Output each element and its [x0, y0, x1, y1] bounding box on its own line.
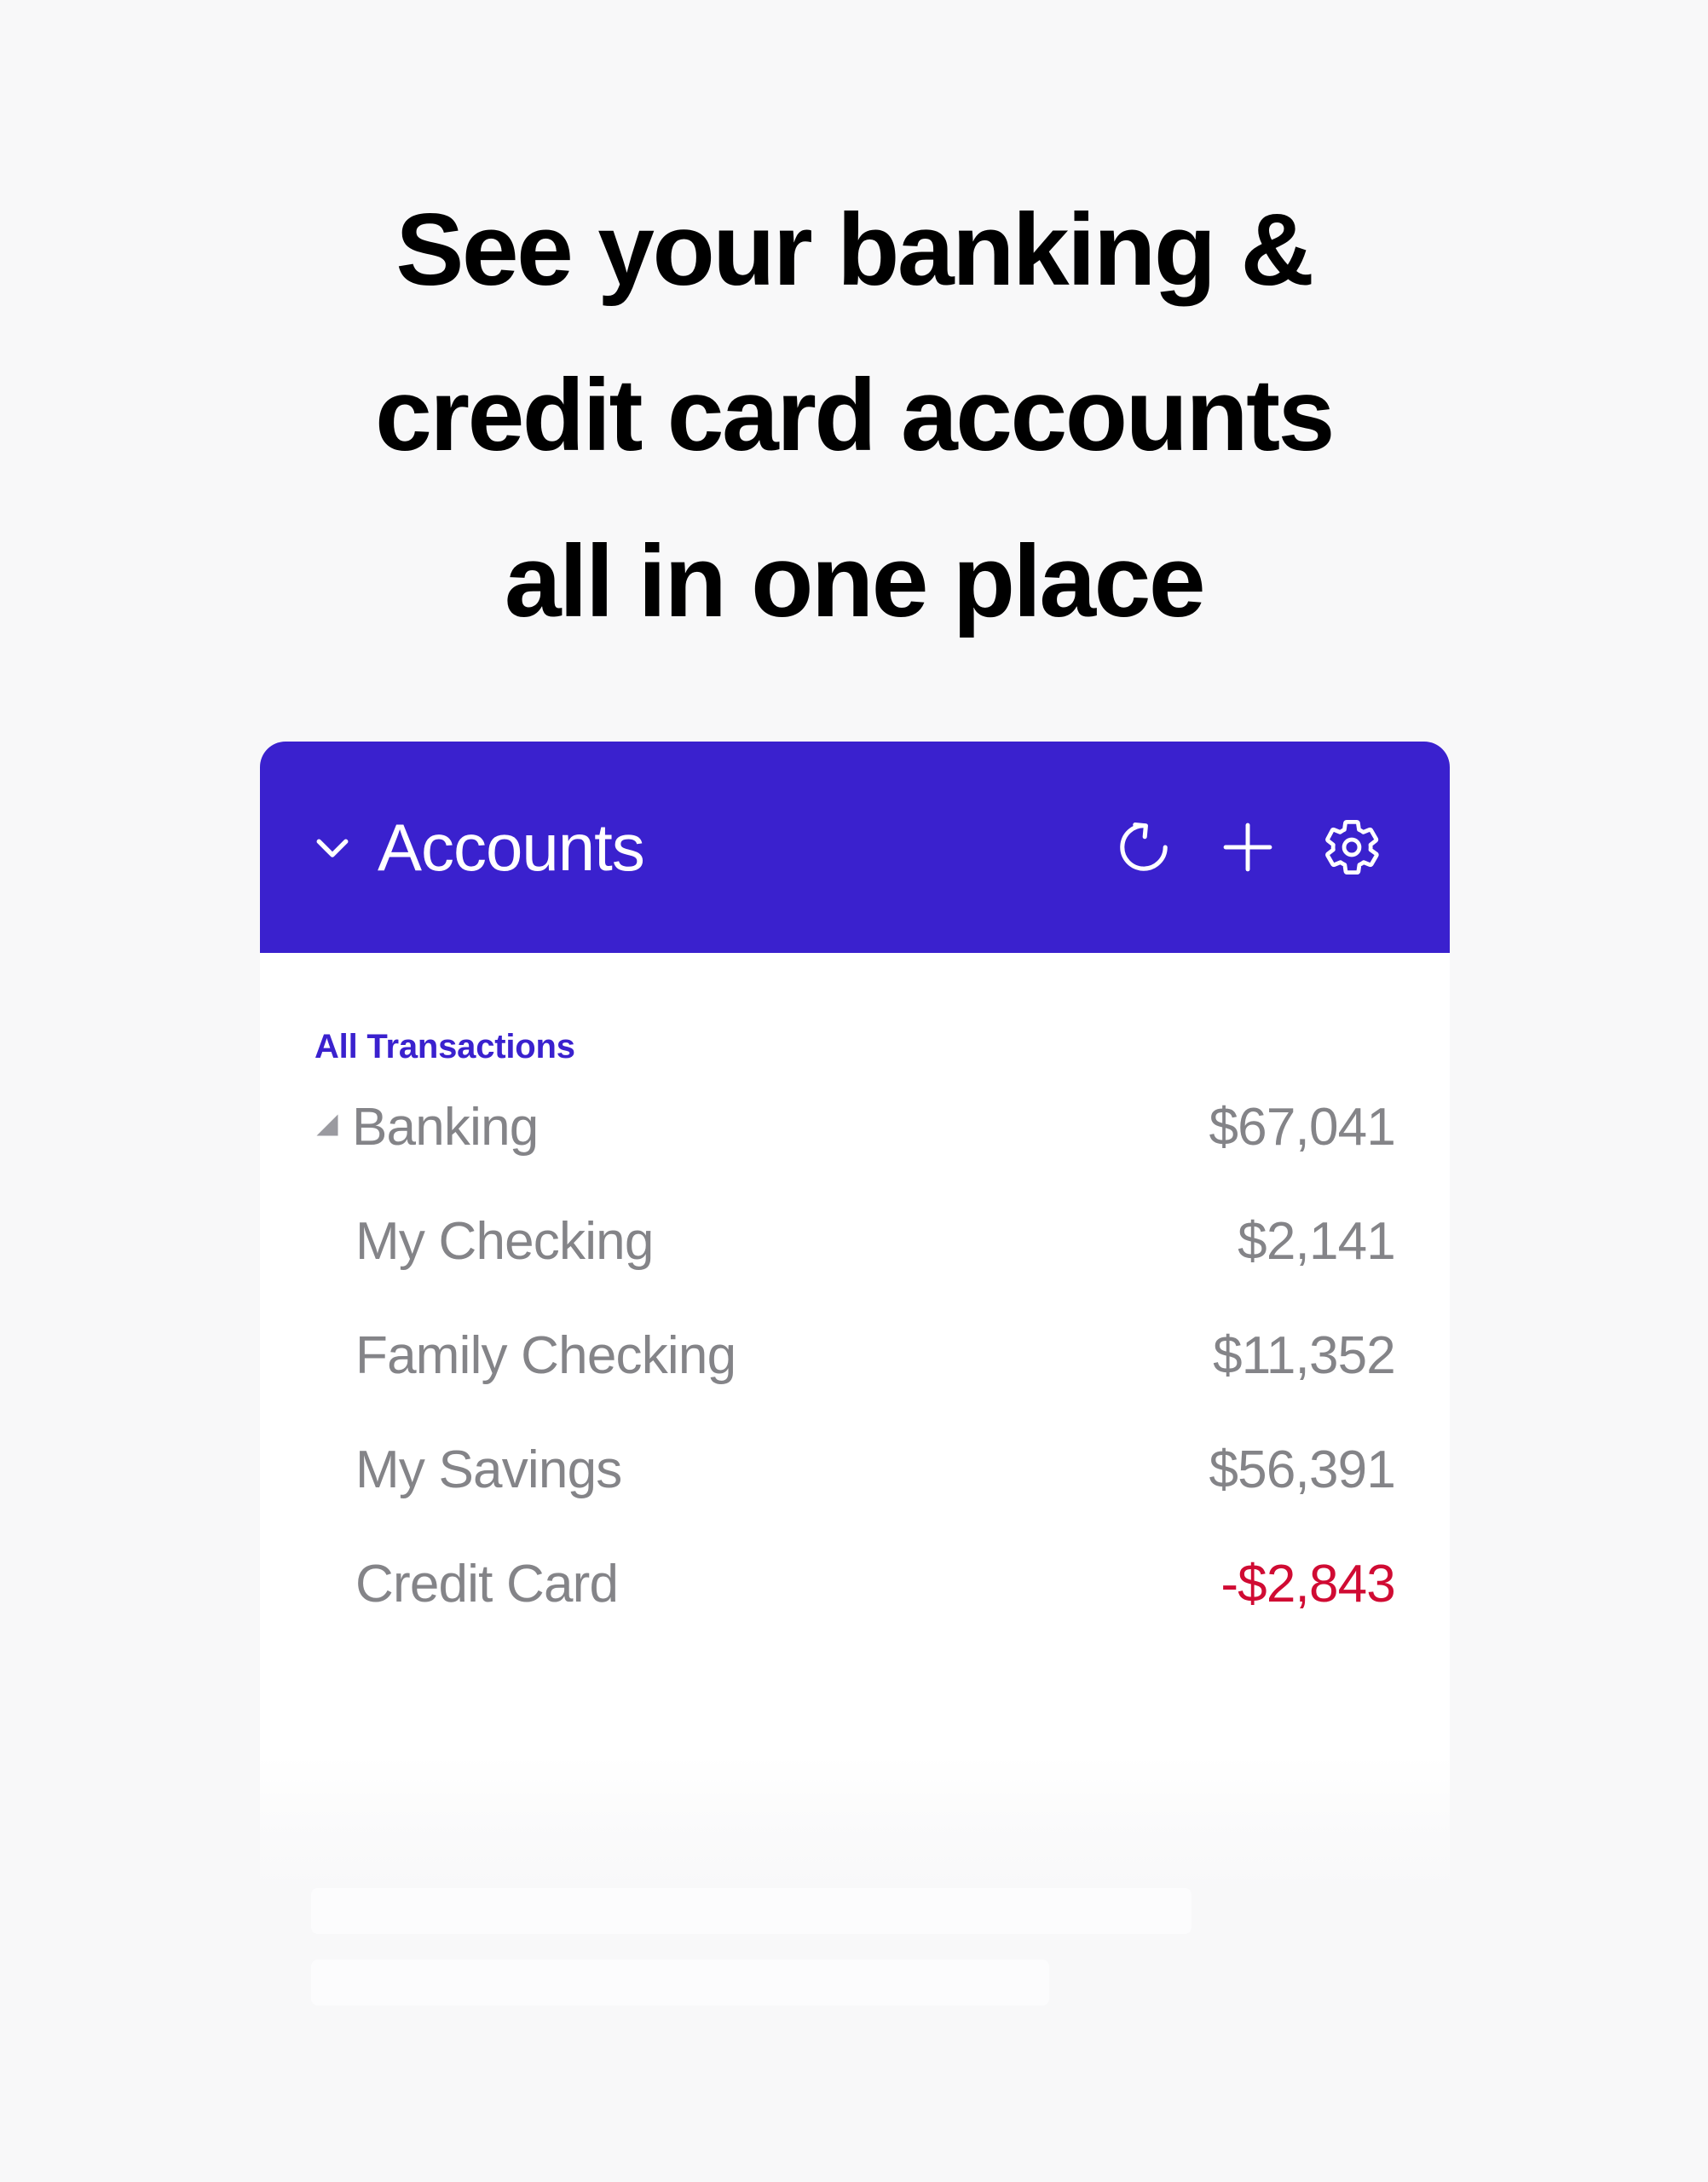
accounts-list: Banking $67,041 My Checking $2,141 Famil… [314, 1097, 1396, 1668]
accounts-card: Accounts All Transactions Banking $67,04… [260, 742, 1450, 1884]
gear-icon [1320, 816, 1383, 879]
refresh-button[interactable] [1107, 811, 1180, 884]
page-title: See your banking & credit card accounts … [0, 167, 1708, 664]
accounts-card-body: All Transactions Banking $67,041 My Chec… [260, 953, 1450, 1668]
refresh-icon [1113, 817, 1174, 878]
card-ghost-content [260, 1888, 1450, 2067]
all-transactions-link[interactable]: All Transactions [314, 1028, 575, 1066]
account-amount: $56,391 [1209, 1440, 1395, 1499]
chevron-down-icon[interactable] [309, 824, 355, 870]
ghost-row [311, 1960, 1049, 2006]
table-row[interactable]: Credit Card -$2,843 [314, 1554, 1396, 1668]
add-account-button[interactable] [1211, 811, 1284, 884]
table-row[interactable]: My Savings $56,391 [314, 1440, 1396, 1554]
account-amount: $2,141 [1238, 1212, 1396, 1271]
account-name: My Checking [355, 1212, 654, 1271]
account-name: Credit Card [355, 1555, 619, 1613]
headline-line-2: credit card accounts [375, 358, 1335, 473]
account-amount: -$2,843 [1220, 1555, 1395, 1613]
accounts-title-group[interactable]: Accounts [309, 814, 1107, 880]
settings-button[interactable] [1315, 811, 1388, 884]
account-name: Family Checking [355, 1326, 736, 1385]
accounts-header-actions [1107, 811, 1388, 884]
account-amount: $67,041 [1209, 1098, 1395, 1157]
table-row[interactable]: Banking $67,041 [314, 1097, 1396, 1211]
table-row[interactable]: My Checking $2,141 [314, 1211, 1396, 1325]
account-name: Banking [352, 1098, 539, 1157]
table-row[interactable]: Family Checking $11,352 [314, 1325, 1396, 1440]
account-amount: $11,352 [1213, 1326, 1396, 1385]
accounts-title: Accounts [378, 810, 645, 885]
plus-icon [1216, 816, 1279, 879]
disclosure-triangle-icon[interactable] [314, 1114, 352, 1149]
headline-line-3: all in one place [504, 523, 1206, 638]
accounts-card-header: Accounts [260, 742, 1450, 953]
account-name: My Savings [355, 1440, 622, 1499]
headline-line-1: See your banking & [395, 193, 1314, 307]
ghost-row [311, 1888, 1192, 1934]
